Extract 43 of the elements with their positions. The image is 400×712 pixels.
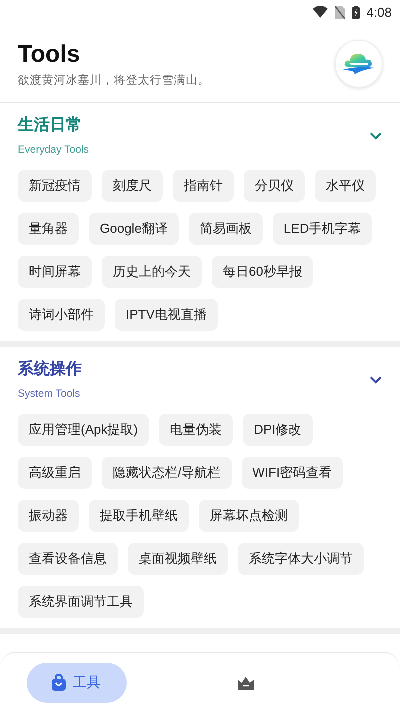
battery-icon (352, 6, 360, 18)
tool-chip[interactable]: 量角器 (18, 213, 79, 245)
tool-chip[interactable]: 查看设备信息 (18, 543, 118, 575)
tool-chip[interactable]: IPTV电视直播 (115, 299, 218, 331)
tool-chip[interactable]: 水平仪 (315, 170, 376, 202)
tool-chip[interactable]: 屏幕坏点检测 (199, 500, 299, 532)
nav-tab[interactable]: 工具 (27, 662, 127, 702)
no-sim-icon (334, 6, 345, 18)
tool-chip[interactable]: DPI修改 (243, 414, 313, 446)
crown-icon (237, 674, 255, 690)
tool-chip[interactable]: 系统界面调节工具 (18, 586, 144, 618)
chevron-icon[interactable] (370, 132, 382, 140)
clock-time: 4:08 (366, 4, 392, 20)
tool-chip[interactable]: LED手机字幕 (272, 213, 372, 245)
tool-chip[interactable]: 振动器 (18, 500, 79, 532)
page-subtitle: 欲渡黄河冰塞川，将登太行雪满山。 (18, 73, 210, 88)
chevron-icon[interactable] (370, 376, 382, 384)
wifi-icon (312, 6, 328, 18)
section-subtitle: System Tools (18, 388, 82, 400)
tool-chip[interactable]: 时间屏幕 (18, 256, 92, 288)
tool-chip[interactable]: 新冠疫情 (18, 170, 92, 202)
section-subtitle: Everyday Tools (18, 144, 90, 156)
tool-chip[interactable]: 诗词小部件 (18, 299, 105, 331)
tool-chip[interactable]: 历史上的今天 (102, 256, 202, 288)
tool-chip[interactable]: 刻度尺 (102, 170, 163, 202)
tool-chip[interactable]: 分贝仪 (244, 170, 305, 202)
app-logo-icon[interactable] (335, 40, 383, 88)
tool-chip[interactable]: 简易画板 (188, 213, 263, 245)
section-title: 生活日常 (18, 116, 83, 136)
tool-chip[interactable]: 隐藏状态栏/导航栏 (102, 457, 232, 489)
tool-chip[interactable]: 高级重启 (18, 457, 92, 489)
tool-chip[interactable]: 应用管理(Apk提取) (18, 414, 150, 446)
tool-chip[interactable]: 指南针 (173, 170, 234, 202)
tool-chip[interactable]: 提取手机壁纸 (89, 500, 189, 532)
page-title: Tools (18, 40, 82, 68)
tool-chip[interactable]: 桌面视频壁纸 (128, 543, 228, 575)
tool-chip[interactable]: Google翻译 (89, 213, 179, 245)
tool-chip[interactable]: WIFI密码查看 (242, 457, 344, 489)
tool-chip[interactable]: 系统字体大小调节 (238, 543, 364, 575)
tool-chip[interactable]: 电量伪装 (159, 414, 234, 446)
bag-icon (51, 674, 67, 692)
tool-chip[interactable]: 每日60秒早报 (212, 256, 314, 288)
section-title: 系统操作 (18, 359, 82, 380)
